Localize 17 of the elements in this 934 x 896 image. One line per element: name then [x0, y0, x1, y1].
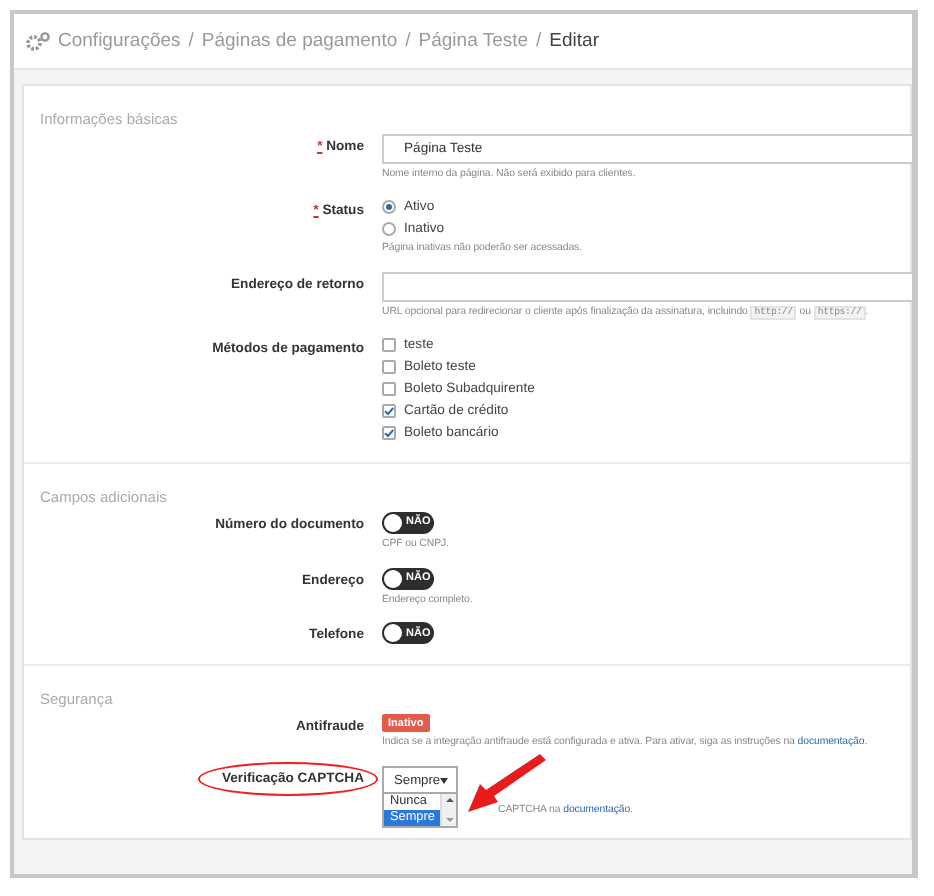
scroll-down-icon[interactable] [445, 818, 454, 823]
gears-icon [26, 31, 50, 51]
caret-icon [440, 777, 449, 784]
text-field[interactable] [382, 271, 912, 301]
scroll-up-icon[interactable] [445, 798, 454, 803]
breadcrumb-separator: / [188, 30, 194, 52]
breadcrumb-current: Editar [549, 30, 599, 52]
breadcrumb-separator: / [536, 30, 542, 52]
checkbox[interactable] [382, 381, 396, 396]
checkbox[interactable] [382, 425, 396, 440]
scrollbar[interactable] [440, 794, 456, 827]
checkbox[interactable] [382, 337, 396, 352]
radio-button[interactable] [382, 199, 396, 214]
checkbox[interactable] [382, 359, 396, 374]
checkbox[interactable] [382, 403, 396, 418]
breadcrumb-separator: / [405, 30, 411, 52]
radio-button[interactable] [382, 221, 396, 236]
